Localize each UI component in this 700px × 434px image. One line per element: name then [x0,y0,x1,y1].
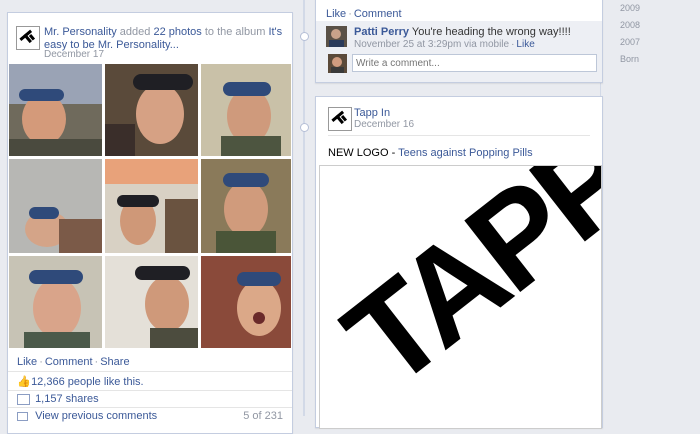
post-title: NEW LOGO [328,147,389,159]
like-link[interactable]: Like [326,8,346,20]
thumbs-up-icon: 👍 [17,376,31,388]
timeline-spine [303,0,305,416]
comment-meta-row: November 25 at 3:29pm via mobile · Like [354,39,535,50]
logo-post-card: Tapp In December 16 NEW LOGO - Teens aga… [315,96,603,429]
year-navigation: 2009 2008 2007 Born [620,0,640,68]
post-author[interactable]: Tapp In [354,107,390,119]
year-link-2009[interactable]: 2009 [620,0,640,17]
action-text-2: to the album [201,26,269,38]
album-photo[interactable] [105,64,198,156]
comments-area: Patti Perry You're heading the wrong way… [316,21,602,82]
comment-like-link[interactable]: Like [516,39,534,50]
my-avatar [328,54,347,73]
tapp-in-avatar[interactable] [328,107,352,131]
action-text-1: added [116,26,154,38]
profile-photo-icon [329,29,344,47]
share-icon [17,393,30,405]
action-separator: · [39,356,43,368]
profile-photo-icon [331,57,344,73]
prev-post-actions: Like · Comment [326,8,402,20]
divider [8,390,292,391]
divider [328,135,590,136]
shares-count[interactable]: 1,157 shares [35,393,99,405]
comment-body: Patti Perry You're heading the wrong way… [354,26,594,38]
action-separator: · [348,8,352,20]
album-photo[interactable] [105,159,198,253]
photo-count-link[interactable]: 22 photos [153,26,201,38]
view-previous-comments[interactable]: View previous comments [35,410,157,422]
like-link[interactable]: Like [17,356,37,368]
shares-row: 1,157 shares [17,393,99,405]
write-comment-input[interactable] [352,54,597,72]
comment-count: 5 of 231 [243,410,283,422]
previous-post-card: Like · Comment Patti Perry You're heading … [315,0,603,83]
album-photo[interactable] [201,64,291,156]
album-photo[interactable] [9,64,102,156]
post-actions: Like · Comment · Share [17,356,130,368]
commenter-avatar[interactable] [326,26,347,47]
likes-row: 👍 12,366 people like this. [17,375,144,388]
post-subtitle-link[interactable]: Teens against Popping Pills [398,147,533,159]
year-link-2008[interactable]: 2008 [620,17,640,34]
divider [8,407,292,408]
timeline-marker [300,32,309,41]
album-photo[interactable] [201,159,291,253]
album-photo[interactable] [9,159,102,253]
album-photo[interactable] [9,256,102,348]
post-date[interactable]: December 16 [354,119,414,130]
comment-author[interactable]: Patti Perry [354,26,409,38]
album-post-card: Mr. Personality added 22 photos to the a… [7,12,293,434]
album-photo[interactable] [105,256,198,348]
comment-timestamp[interactable]: November 25 at 3:29pm via mobile [354,39,509,50]
post-author[interactable]: Mr. Personality [44,26,117,38]
comment-bubble-icon [17,411,28,421]
comment-link[interactable]: Comment [354,8,402,20]
tapp-logo-icon [19,29,36,44]
tapp-in-logo-image: TAPP IN. [320,166,601,414]
title-dash: - [388,147,399,159]
share-link[interactable]: Share [100,356,129,368]
comment-text: You're heading the wrong way!!!! [409,26,571,38]
comment-link[interactable]: Comment [45,356,93,368]
logo-text: TAPP IN. [320,166,601,414]
year-link-born[interactable]: Born [620,51,640,68]
timeline-marker [300,123,309,132]
divider [8,371,292,372]
post-image[interactable]: TAPP IN. [319,165,602,429]
post-date[interactable]: December 17 [44,49,104,60]
album-photo[interactable] [201,256,291,348]
likes-count[interactable]: 12,366 people like this. [31,376,144,388]
comments-row: View previous comments 5 of 231 [17,410,283,422]
tapp-in-avatar[interactable] [16,26,40,50]
tapp-logo-icon [331,110,348,125]
year-link-2007[interactable]: 2007 [620,34,640,51]
post-text: NEW LOGO - Teens against Popping Pills [328,147,533,159]
